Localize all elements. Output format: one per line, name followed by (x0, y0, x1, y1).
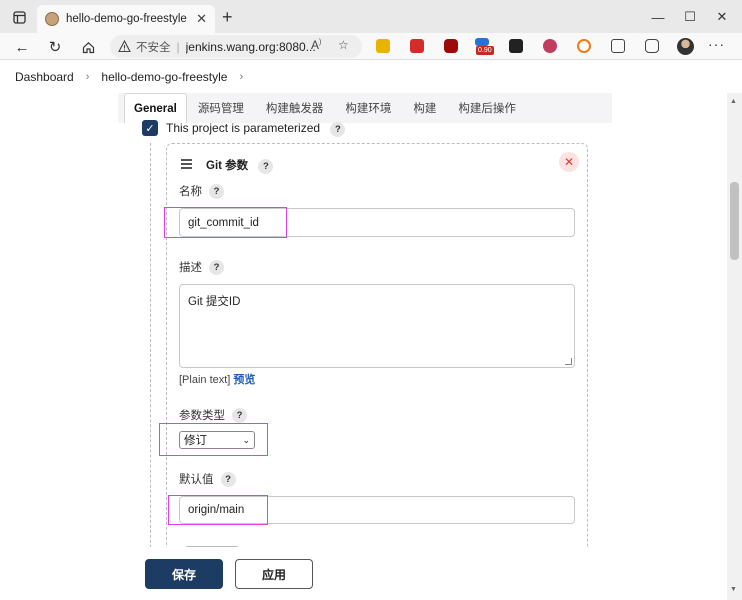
profile-avatar[interactable] (677, 38, 694, 55)
extension-icon[interactable] (376, 39, 390, 53)
save-button[interactable]: 保存 (145, 559, 223, 589)
tab-general[interactable]: General (124, 93, 187, 123)
extension-icon[interactable] (543, 39, 557, 53)
tab-post-build[interactable]: 构建后操作 (447, 93, 527, 123)
parameterized-label: This project is parameterized ? (166, 121, 346, 137)
security-label: 不安全 (136, 41, 171, 54)
help-icon[interactable]: ? (330, 122, 346, 137)
warning-icon[interactable] (118, 40, 131, 53)
default-value-label: 默认值 ? (179, 471, 236, 487)
left-gutter (0, 93, 118, 600)
extension-icon[interactable] (475, 38, 489, 46)
description-label: 描述 ? (179, 259, 224, 275)
scroll-up-icon[interactable]: ▲ (730, 98, 737, 105)
extension-icon[interactable] (577, 39, 591, 53)
help-icon[interactable]: ? (209, 259, 224, 275)
address-bar: ← ↻ 不安全 | jenkins.wang.org:8080... A) ☆ … (0, 33, 742, 60)
name-label-text: 名称 (179, 186, 202, 198)
param-type-label-text: 参数类型 (179, 410, 225, 422)
resize-grip-icon[interactable] (565, 358, 572, 365)
read-aloud-icon[interactable]: A) (311, 38, 321, 52)
new-tab-icon[interactable]: + (222, 8, 233, 26)
param-type-label: 参数类型 ? (179, 407, 247, 423)
help-icon[interactable]: ? (258, 159, 274, 174)
collections-icon[interactable] (645, 39, 659, 53)
home-icon[interactable] (78, 37, 98, 57)
maximize-icon[interactable]: ☐ (680, 7, 700, 27)
default-value-label-text: 默认值 (179, 474, 214, 486)
plain-text-label: [Plain text] (179, 374, 231, 386)
config-tabs: General 源码管理 构建触发器 构建环境 构建 构建后操作 (124, 93, 527, 123)
minimize-icon[interactable]: — (648, 7, 668, 27)
breadcrumb: Dashboard › hello-demo-go-freestyle › (0, 60, 742, 93)
scrollbar[interactable] (727, 93, 742, 600)
highlight-box (159, 423, 268, 456)
jenkins-favicon-icon (45, 12, 59, 26)
highlight-box (164, 207, 287, 238)
extensions-puzzle-icon[interactable] (611, 39, 625, 53)
scroll-down-icon[interactable]: ▼ (730, 586, 737, 593)
delete-param-icon[interactable]: ✕ (559, 152, 579, 172)
highlight-box (168, 495, 268, 525)
extension-icon[interactable] (509, 39, 523, 53)
refresh-icon[interactable]: ↻ (45, 37, 65, 57)
description-textarea[interactable]: Git 提交ID (179, 284, 575, 368)
browser-tab[interactable]: hello-demo-go-freestyle Config ✕ (37, 5, 215, 33)
back-icon[interactable]: ← (12, 37, 32, 57)
help-icon[interactable]: ? (232, 407, 247, 423)
tab-title: hello-demo-go-freestyle Config (66, 13, 190, 25)
tab-actions-icon[interactable] (9, 7, 29, 27)
chevron-right-icon: › (85, 70, 90, 83)
window-close-icon[interactable]: ✕ (712, 7, 732, 27)
tab-triggers[interactable]: 构建触发器 (255, 93, 335, 123)
name-label: 名称 ? (179, 183, 224, 199)
url-separator: | (176, 39, 180, 54)
preview-link[interactable]: 预览 (233, 374, 255, 386)
description-label-text: 描述 (179, 262, 202, 274)
breadcrumb-dashboard[interactable]: Dashboard (15, 70, 74, 84)
scrollbar-thumb[interactable] (730, 182, 739, 260)
help-icon[interactable]: ? (220, 471, 236, 487)
git-param-title-text: Git 参数 (206, 160, 249, 172)
url-field[interactable]: 不安全 | jenkins.wang.org:8080... (110, 35, 362, 58)
tab-scm[interactable]: 源码管理 (187, 93, 255, 123)
browser-tab-bar: hello-demo-go-freestyle Config ✕ + — ☐ ✕ (0, 0, 742, 33)
description-value: Git 提交ID (188, 296, 241, 308)
help-icon[interactable]: ? (209, 183, 224, 199)
extension-icon[interactable] (410, 39, 424, 53)
parameterized-checkbox[interactable]: ✓ (142, 120, 158, 136)
tab-environment[interactable]: 构建环境 (334, 93, 402, 123)
drag-handle-icon[interactable] (181, 159, 192, 171)
section-rail (150, 143, 151, 563)
breadcrumb-job[interactable]: hello-demo-go-freestyle (101, 70, 227, 84)
plain-text-note: [Plain text] 预览 (179, 371, 255, 387)
chevron-right-icon[interactable]: › (239, 71, 243, 83)
close-tab-icon[interactable]: ✕ (196, 11, 207, 27)
favorite-add-icon[interactable]: ☆ (338, 38, 349, 52)
git-param-title: Git 参数 ? (206, 157, 274, 174)
extension-badge: 0.90 (476, 46, 494, 55)
url-text: jenkins.wang.org:8080... (185, 39, 316, 54)
ublock-icon[interactable] (444, 39, 458, 53)
parameterized-text: This project is parameterized (166, 121, 321, 135)
more-menu-icon[interactable]: ··· (708, 36, 725, 52)
apply-button[interactable]: 应用 (235, 559, 313, 589)
tab-build[interactable]: 构建 (402, 93, 447, 123)
